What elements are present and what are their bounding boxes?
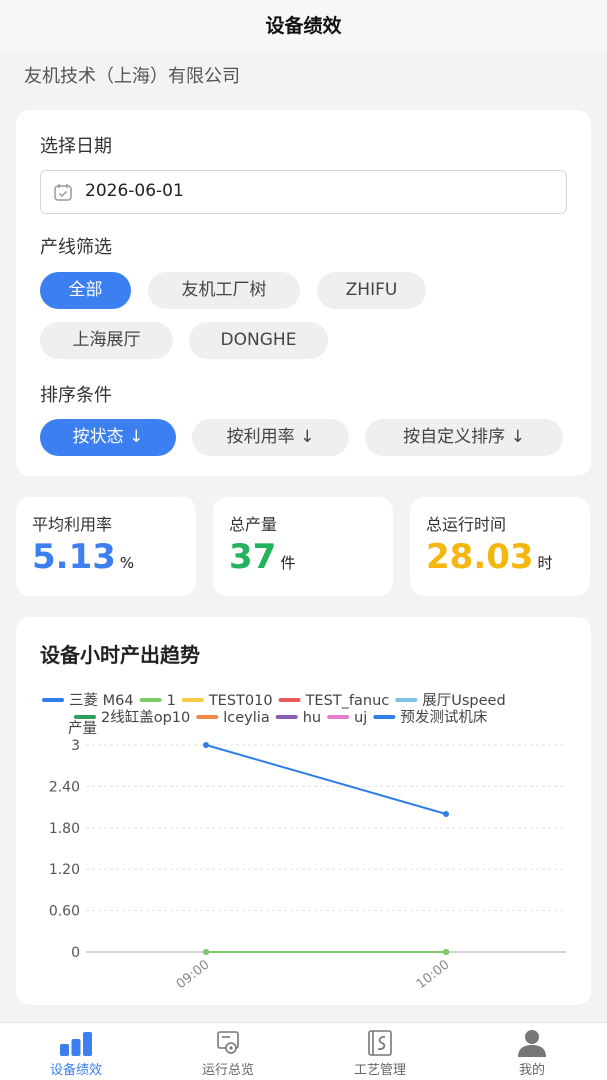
y-tick-label: 0 [71,945,80,961]
legend-label: TEST010 [208,693,273,709]
tab-label: 我的 [518,1063,545,1078]
y-tick-label: 3 [71,738,80,754]
hourly-output-chart-card: 设备小时产出趋势 三菱 M64 1 TEST010 TEST_fanuc 展厅Uspee… [16,617,591,1005]
y-tick-label: 0.60 [49,904,80,920]
page-title: 设备绩效 [0,0,607,52]
legend-swatch [139,698,162,702]
legend-swatch [395,698,418,702]
legend-label: hu [303,710,321,726]
calendar-icon [54,184,72,201]
y-tick-label: 1.20 [49,862,80,878]
legend-swatch [74,715,96,719]
y-tick-label: 1.80 [49,821,80,837]
utilization-value: 5.13 [32,537,116,577]
legend-swatch [181,698,204,702]
tab-performance[interactable]: 设备绩效 [0,1023,152,1080]
runtime-card: 总运行时间 28.03 时 [410,497,590,596]
data-point [203,949,209,955]
line-chip-zhifu[interactable]: ZHIFU [317,272,426,309]
legend-label: 1 [167,693,176,709]
legend-swatch [278,698,301,702]
sort-label: 排序条件 [40,385,112,406]
output-unit: 件 [280,554,296,572]
y-axis-title: 产量 [68,720,97,737]
overview-icon [217,1031,239,1054]
legend-label: 预发测试机床 [400,709,487,726]
filter-card: 选择日期 2026-06-01 产线筛选 全部 友机工厂树 ZHIFU 上海展厅… [16,110,591,476]
utilization-label: 平均利用率 [32,515,113,534]
data-point [443,811,449,817]
process-icon [368,1030,392,1056]
utilization-value-wrap: 5.13% [32,537,134,577]
tab-label: 工艺管理 [353,1063,406,1078]
utilization-card: 平均利用率 5.13% [16,497,196,596]
utilization-unit: % [119,554,135,572]
line-chip-shanghai[interactable]: 上海展厅 [40,322,173,359]
tab-process[interactable]: 工艺管理 [304,1023,456,1080]
date-picker[interactable]: 2026-06-01 [40,170,567,214]
company-name: 友机技术（上海）有限公司 [24,66,240,87]
output-card: 总产量 37 件 [213,497,393,596]
legend-swatch [275,715,298,719]
x-tick-label: 09:00 [174,957,213,992]
bottom-tab-bar: 设备绩效 运行总览 工艺管理 我的 [0,1022,607,1080]
runtime-unit: 时 [537,554,553,572]
sort-chip-utilization[interactable]: 按利用率 ↓ [192,419,349,456]
legend-swatch [42,698,64,702]
tab-label: 运行总览 [201,1063,254,1078]
legend-label: 展厅Uspeed [422,693,505,709]
tab-mine[interactable]: 我的 [456,1023,607,1080]
line-chip-donghe[interactable]: DONGHE [189,322,328,359]
line-chip-all[interactable]: 全部 [40,272,131,309]
bar-chart-icon [60,1032,92,1056]
legend-label: 三菱 M64 [69,692,134,709]
runtime-value: 28.03 [426,537,534,577]
legend-label: TEST_fanuc [305,693,390,709]
legend-swatch [373,715,396,719]
date-value: 2026-06-01 [85,181,184,201]
runtime-label: 总运行时间 [426,515,507,534]
user-icon [518,1030,546,1057]
data-point [203,742,209,748]
output-label: 总产量 [229,515,278,534]
date-label: 选择日期 [40,136,112,157]
runtime-value-wrap: 28.03 时 [426,537,553,577]
output-value-wrap: 37 件 [229,537,295,577]
x-tick-label: 10:00 [414,957,453,992]
line-chip-youji[interactable]: 友机工厂树 [148,272,300,309]
output-value: 37 [229,537,277,577]
tab-label: 设备绩效 [49,1063,102,1078]
sort-chip-custom[interactable]: 按自定义排序 ↓ [365,419,563,456]
tab-overview[interactable]: 运行总览 [152,1023,304,1080]
y-tick-label: 2.40 [49,779,80,795]
sort-chip-status[interactable]: 按状态 ↓ [40,419,176,456]
legend-label: 2线缸盖op10 [101,708,190,726]
hourly-output-chart: 三菱 M64 1 TEST010 TEST_fanuc 展厅Uspeed 2线缸盖op10… [42,692,566,992]
legend-label: uj [354,710,367,726]
line-filter-label: 产线筛选 [40,237,112,258]
legend-swatch [327,715,350,719]
legend-swatch [196,715,219,719]
legend-label: lceylia [223,710,269,726]
series-line [205,744,447,815]
data-point [443,949,449,955]
